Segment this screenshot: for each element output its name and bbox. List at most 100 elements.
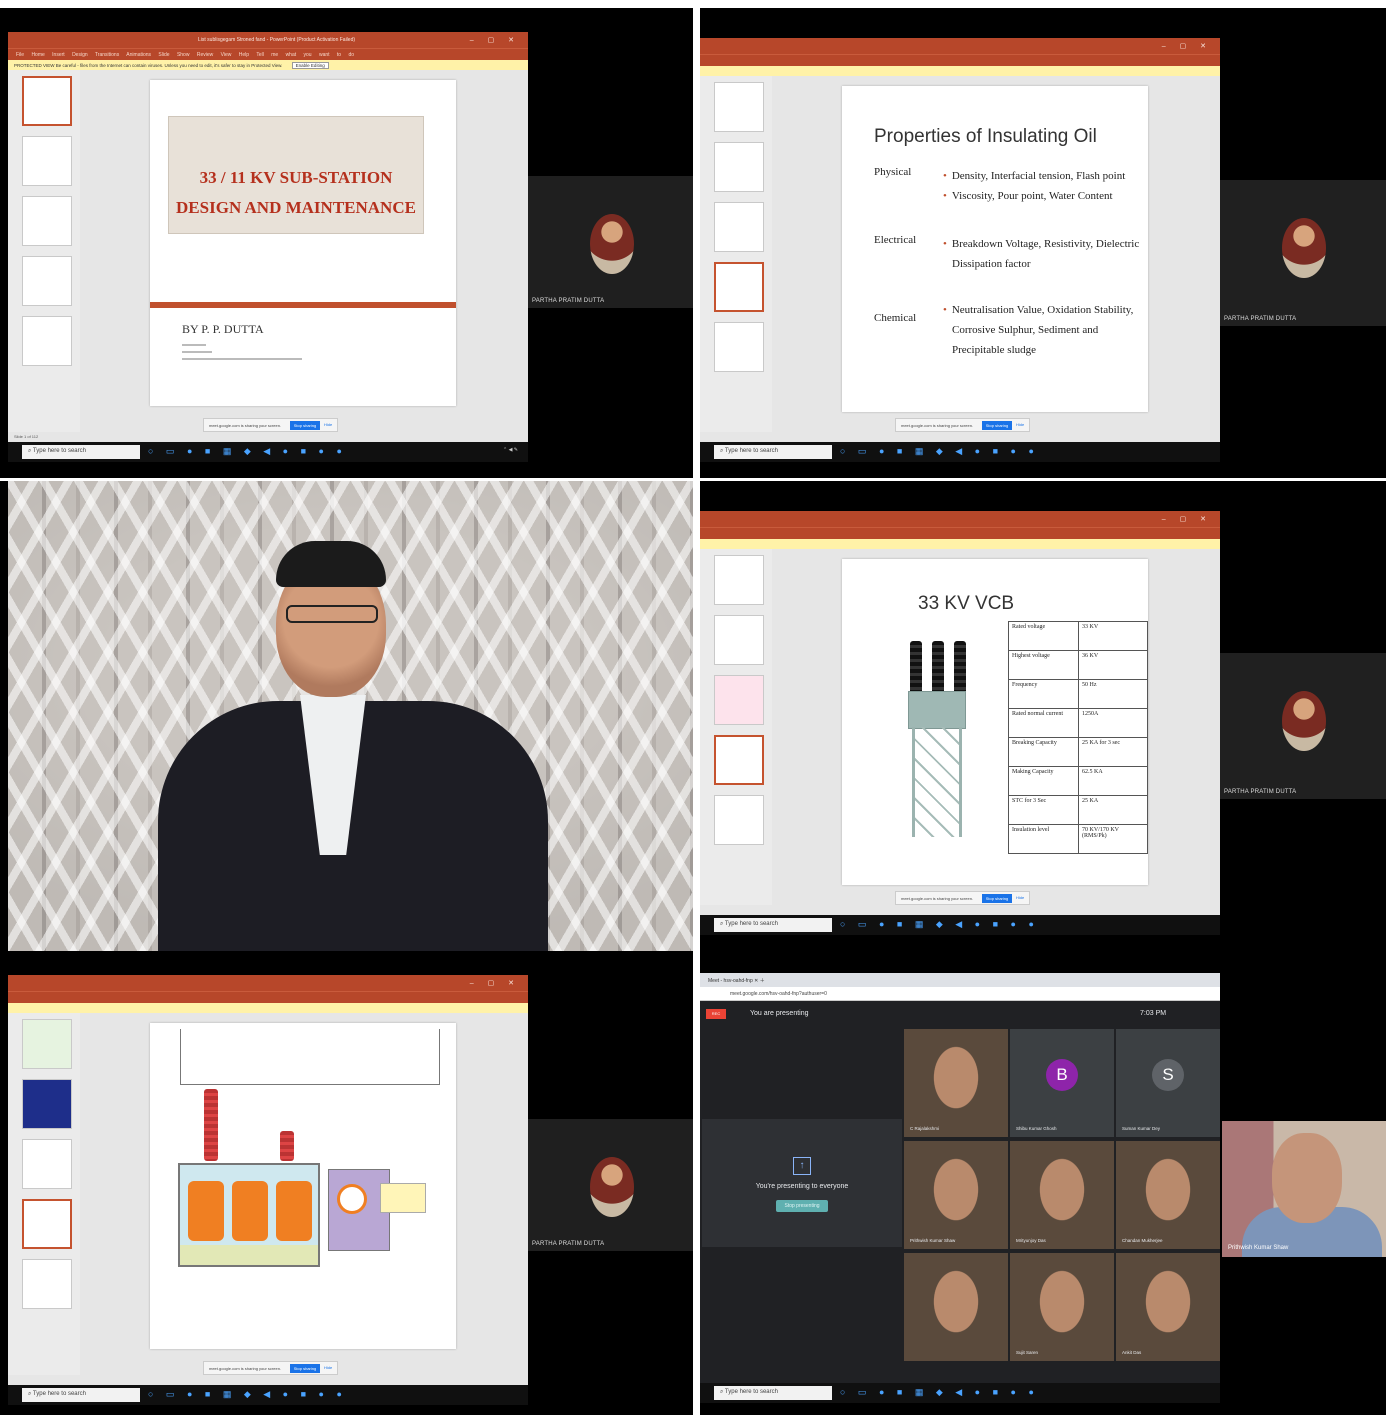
slide-thumbnail[interactable]: 5 xyxy=(22,316,72,366)
slide-thumbnail[interactable] xyxy=(714,615,764,665)
vcb-pole xyxy=(954,641,966,695)
property-item: Neutralisation Value, Oxidation Stabilit… xyxy=(952,300,1140,360)
sharing-notice: meet.google.com is sharing your screen. … xyxy=(203,418,338,432)
current-slide xyxy=(150,1023,456,1349)
taskbar-icons[interactable]: ○ ▭ ● ■ ▦ ◆ ◀ ● ■ ● ● xyxy=(148,1389,347,1400)
video-call-collage: List sublisgegam Stroned fand - PowerPoi… xyxy=(0,0,1386,1415)
spec-row: Insulation level 70 KV/170 KV (RMS/Pk) xyxy=(1008,824,1148,854)
slide-thumbnail[interactable] xyxy=(714,202,764,252)
slide-thumbnail[interactable] xyxy=(22,1079,72,1129)
participant-tile[interactable]: S Suman Kumar Dey xyxy=(1116,1029,1220,1137)
browser-tab[interactable]: Meet - hsv-oahd-fnp ✕ ＋ xyxy=(700,973,1220,987)
participant-tile[interactable]: Prithwish Kumar Shaw xyxy=(904,1141,1008,1249)
panel-vcb: – ▢ ✕ 33 KV VCB Rated voltage 33 KV High… xyxy=(700,481,1386,951)
title-box: 33 / 11 KV SUB-STATION DESIGN AND MAINTE… xyxy=(168,116,424,234)
taskbar-icons[interactable]: ○ ▭ ● ■ ▦ ◆ ◀ ● ■ ● ● xyxy=(148,446,347,457)
stop-sharing-button[interactable]: Stop sharing xyxy=(982,894,1012,903)
slide-title: 33 / 11 KV SUB-STATION DESIGN AND MAINTE… xyxy=(169,163,423,223)
window-controls[interactable]: – ▢ ✕ xyxy=(1162,42,1212,50)
stop-presenting-button[interactable]: Stop presenting xyxy=(776,1200,828,1212)
participant-name: Shibu Kumar Ghosh xyxy=(1016,1126,1057,1131)
slide-thumbnail[interactable] xyxy=(714,795,764,845)
participant-name: PARTHA PRATIM DUTTA xyxy=(532,1241,605,1247)
taskbar-icons[interactable]: ○ ▭ ● ■ ▦ ◆ ◀ ● ■ ● ● xyxy=(840,1387,1039,1398)
search-input[interactable]: ⌕ Type here to search xyxy=(22,445,140,459)
spec-label: Highest voltage xyxy=(1008,650,1079,680)
hide-button[interactable]: Hide xyxy=(324,1365,332,1370)
glasses xyxy=(286,605,378,623)
slide-thumbnail[interactable] xyxy=(714,262,764,312)
stop-sharing-button[interactable]: Stop sharing xyxy=(290,1364,320,1373)
slide-thumbnail[interactable]: 3 xyxy=(22,196,72,246)
slide-thumbnail[interactable] xyxy=(22,1019,72,1069)
slide-thumbnail[interactable] xyxy=(714,555,764,605)
powerpoint-window: List sublisgegam Stroned fand - PowerPoi… xyxy=(8,32,528,462)
slide-thumbnails: 1 2 3 4 5 xyxy=(8,70,80,432)
slide-thumbnail[interactable] xyxy=(22,1199,72,1249)
slide-thumbnail[interactable] xyxy=(714,735,764,785)
window-controls[interactable]: – ▢ ✕ xyxy=(1162,515,1212,523)
slide-thumbnail[interactable]: 4 xyxy=(22,256,72,306)
window-controls[interactable]: – ▢ ✕ xyxy=(470,979,520,987)
hide-button[interactable]: Hide xyxy=(1016,895,1024,900)
slide-thumbnail[interactable] xyxy=(714,675,764,725)
search-input[interactable]: ⌕ Type here to search xyxy=(714,1386,832,1400)
hide-button[interactable]: Hide xyxy=(1016,422,1024,427)
transformer-winding xyxy=(188,1181,224,1241)
avatar: S xyxy=(1152,1059,1184,1091)
participant-tile[interactable] xyxy=(904,1253,1008,1361)
protected-view-bar xyxy=(700,66,1220,76)
avatar xyxy=(1282,218,1326,278)
search-input[interactable]: ⌕ Type here to search xyxy=(714,445,832,459)
participant-tile[interactable]: Ankit Das xyxy=(1116,1253,1220,1361)
stop-sharing-button[interactable]: Stop sharing xyxy=(982,421,1012,430)
ribbon-tabs[interactable] xyxy=(700,527,1220,539)
address-bar[interactable]: meet.google.com/hsv-oahd-fnp?authuser=0 xyxy=(700,987,1220,1001)
participant-tile[interactable]: C Rajalakshmi xyxy=(904,1029,1008,1137)
participant-video xyxy=(904,1253,1008,1361)
spec-row: Highest voltage 36 KV xyxy=(1008,650,1148,680)
slide-thumbnail[interactable]: 2 xyxy=(22,136,72,186)
ribbon-tabs[interactable]: File Home Insert Design Transitions Anim… xyxy=(8,48,528,60)
spec-row: Rated normal current 1250A xyxy=(1008,708,1148,738)
taskbar-icons[interactable]: ○ ▭ ● ■ ▦ ◆ ◀ ● ■ ● ● xyxy=(840,446,1039,457)
slide-thumbnails xyxy=(700,76,772,432)
stop-sharing-button[interactable]: Stop sharing xyxy=(290,421,320,430)
taskbar: ⌕ Type here to search ○ ▭ ● ■ ▦ ◆ ◀ ● ■ … xyxy=(700,915,1220,935)
window-title: List sublisgegam Stroned fand - PowerPoi… xyxy=(198,37,356,43)
slide-thumbnail[interactable] xyxy=(714,82,764,132)
search-input[interactable]: ⌕ Type here to search xyxy=(714,918,832,932)
participant-tile[interactable]: B Shibu Kumar Ghosh xyxy=(1010,1029,1114,1137)
search-input[interactable]: ⌕ Type here to search xyxy=(22,1388,140,1402)
panel-speaker-camera xyxy=(0,481,693,951)
participant-name: PARTHA PRATIM DUTTA xyxy=(1224,316,1297,322)
slide-thumbnails xyxy=(700,549,772,905)
presenting-message: You're presenting to everyone xyxy=(755,1183,849,1190)
gauge-icon xyxy=(337,1184,367,1214)
participant-tile[interactable]: Sujit Saren xyxy=(1010,1253,1114,1361)
taskbar-icons[interactable]: ○ ▭ ● ■ ▦ ◆ ◀ ● ■ ● ● xyxy=(840,919,1039,930)
slide-thumbnail[interactable] xyxy=(714,322,764,372)
participant-name: PARTHA PRATIM DUTTA xyxy=(532,298,605,304)
property-category: Chemical xyxy=(874,312,917,324)
participant-tile[interactable]: Mrityunjoy Das xyxy=(1010,1141,1114,1249)
property-category: Physical xyxy=(874,166,912,178)
slide-thumbnail[interactable] xyxy=(714,142,764,192)
ribbon-tabs[interactable] xyxy=(8,991,528,1003)
slide-thumbnail[interactable] xyxy=(22,1139,72,1189)
avatar xyxy=(590,214,634,274)
window-controls[interactable]: – ▢ ✕ xyxy=(470,36,520,44)
participant-name: Prithwish Kumar Shaw xyxy=(910,1238,956,1243)
transformer-winding xyxy=(276,1181,312,1241)
participant-video xyxy=(1010,1253,1114,1361)
vcb-frame xyxy=(912,727,962,837)
slide-thumbnail[interactable]: 1 xyxy=(22,76,72,126)
slide-author: BY P. P. DUTTA xyxy=(182,322,264,336)
hide-button[interactable]: Hide xyxy=(324,422,332,427)
ribbon-tabs[interactable] xyxy=(700,54,1220,66)
slide-thumbnail[interactable] xyxy=(22,1259,72,1309)
oil-level xyxy=(180,1245,318,1265)
enable-editing-button[interactable]: Enable Editing xyxy=(291,62,329,69)
participant-tile[interactable]: Chandan Mukherjee xyxy=(1116,1141,1220,1249)
spec-label: Breaking Capacity xyxy=(1008,737,1079,767)
